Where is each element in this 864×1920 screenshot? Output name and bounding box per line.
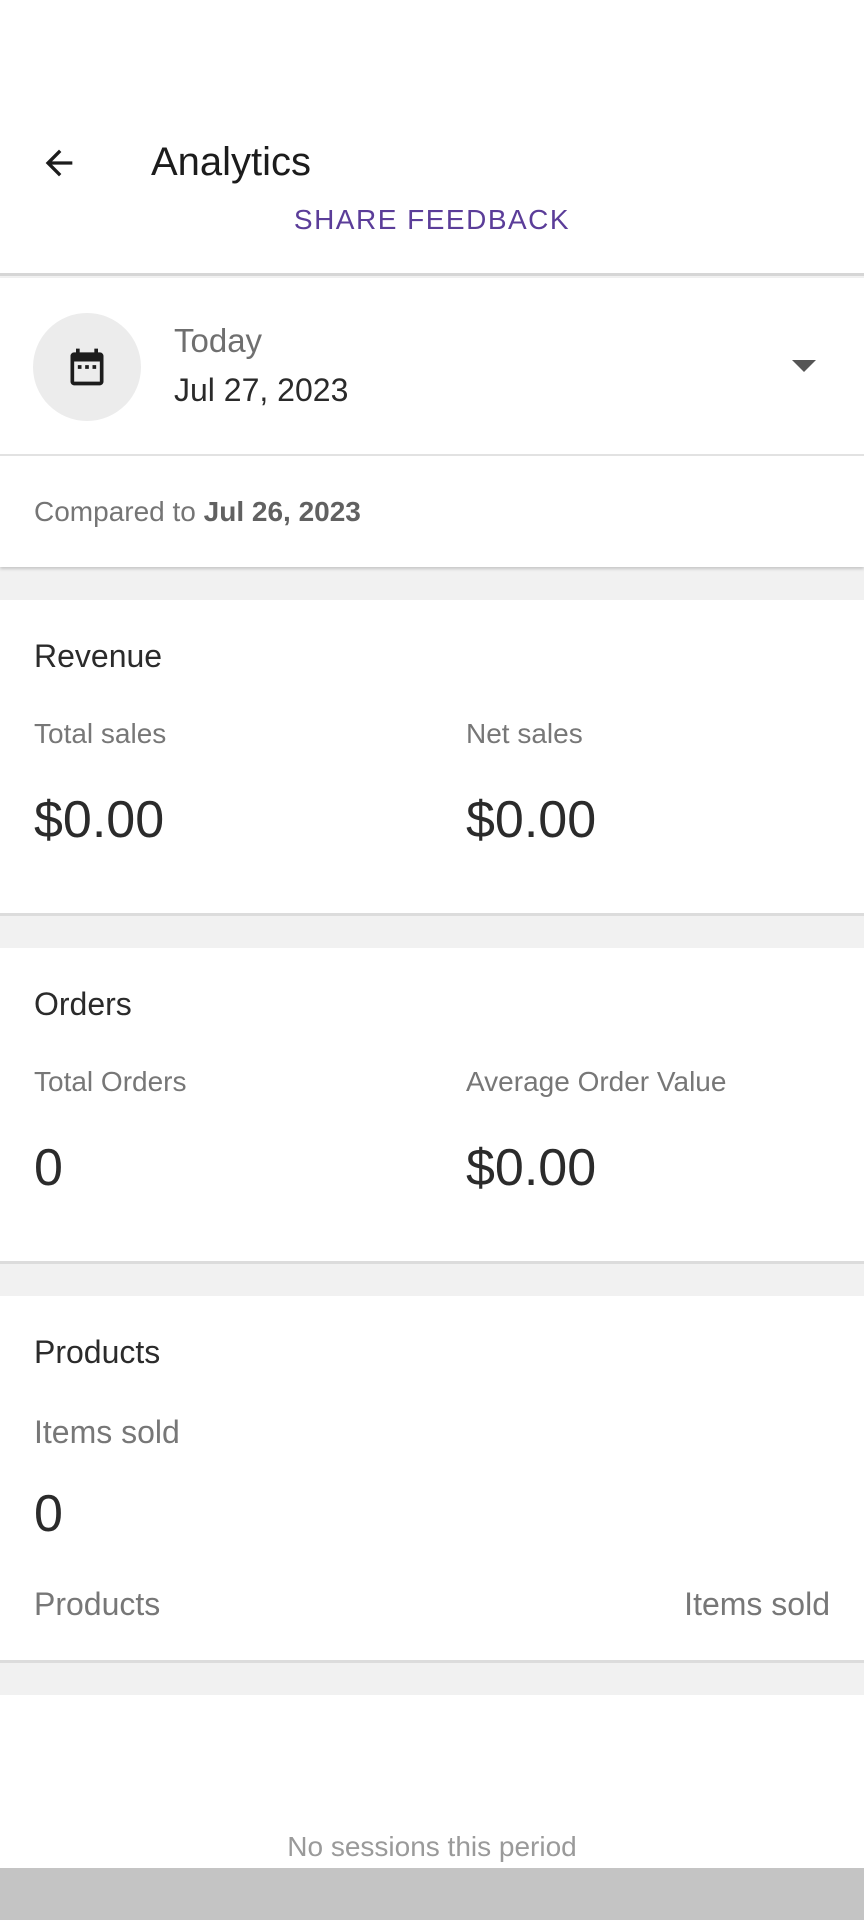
- orders-title: Orders: [34, 986, 132, 1022]
- orders-card[interactable]: Orders Total Orders 0 Average Order Valu…: [0, 948, 864, 1264]
- date-range-selector[interactable]: Today Jul 27, 2023: [0, 278, 864, 456]
- average-order-value: $0.00: [466, 1139, 597, 1197]
- compared-to-date: Jul 26, 2023: [203, 496, 361, 527]
- total-sales-value: $0.00: [34, 791, 165, 849]
- average-order-value-label: Average Order Value: [466, 1066, 727, 1097]
- products-card[interactable]: Products Items sold 0 Products Items sol…: [0, 1296, 864, 1663]
- date-range-value: Jul 27, 2023: [174, 372, 349, 408]
- dropdown-arrow-icon[interactable]: [792, 360, 816, 372]
- analytics-screen: Analytics SHARE FEEDBACK Today Jul 27, 2…: [0, 0, 864, 1920]
- total-orders-value: 0: [34, 1139, 63, 1197]
- compared-to-text: Compared to Jul 26, 2023: [34, 496, 361, 528]
- compared-to-prefix: Compared to: [34, 496, 196, 527]
- net-sales-value: $0.00: [466, 791, 597, 849]
- no-sessions-text: No sessions this period: [287, 1831, 577, 1862]
- status-bar-area: [0, 0, 864, 96]
- items-sold-value: 0: [34, 1485, 63, 1543]
- items-sold-column-header: Items sold: [684, 1586, 830, 1622]
- calendar-icon: [70, 348, 104, 386]
- calendar-icon-circle: [33, 313, 141, 421]
- net-sales-label: Net sales: [466, 718, 583, 749]
- revenue-title: Revenue: [34, 638, 163, 674]
- items-sold-label: Items sold: [34, 1414, 180, 1450]
- share-feedback-button[interactable]: SHARE FEEDBACK: [0, 204, 864, 236]
- products-title: Products: [34, 1334, 161, 1370]
- bottom-overlay-bar: [0, 1868, 864, 1920]
- date-range-card: Today Jul 27, 2023 Compared to Jul 26, 2…: [0, 278, 864, 567]
- page-title: Analytics: [151, 140, 312, 184]
- date-range-label: Today: [174, 322, 263, 359]
- products-column-header: Products: [34, 1586, 161, 1622]
- total-sales-label: Total sales: [34, 718, 167, 749]
- app-bar: Analytics SHARE FEEDBACK: [0, 96, 864, 276]
- arrow-back-icon: [45, 149, 73, 177]
- back-button[interactable]: [26, 130, 92, 196]
- revenue-card[interactable]: Revenue Total sales $0.00 Net sales $0.0…: [0, 600, 864, 916]
- total-orders-label: Total Orders: [34, 1066, 187, 1097]
